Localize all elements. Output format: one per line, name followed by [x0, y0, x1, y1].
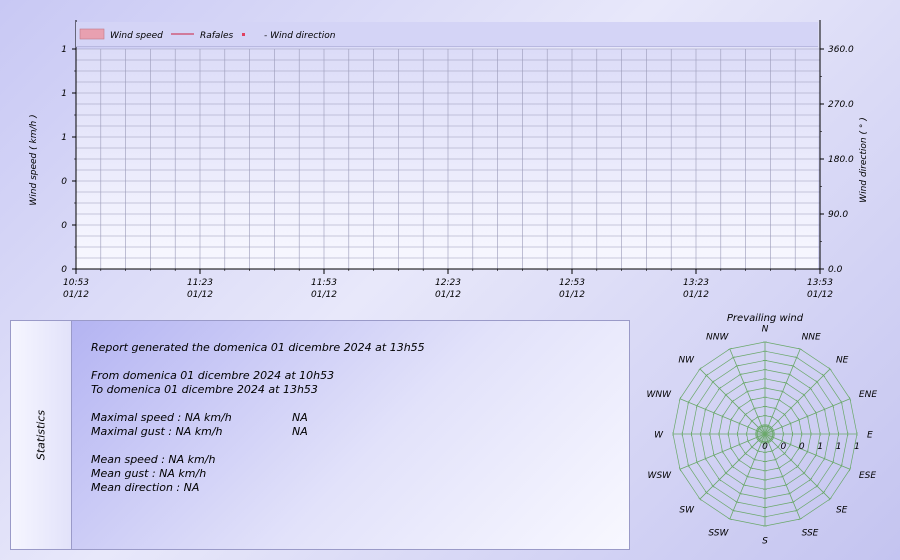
max-speed-extra: NA — [292, 411, 308, 424]
rose-direction-label: WNW — [647, 390, 673, 400]
rose-direction-label: SW — [679, 505, 695, 515]
y2-axis-label: Wind direction ( ° ) — [859, 117, 869, 202]
legend-label-rafales: Rafales — [200, 31, 233, 41]
x-tick-date: 01/12 — [435, 290, 461, 300]
report-line: Report generated the domenica 01 dicembr… — [91, 341, 425, 354]
statistics-body: Report generated the domenica 01 dicembr… — [72, 321, 629, 549]
rose-direction-label: SE — [836, 505, 848, 515]
x-tick-date: 01/12 — [559, 290, 585, 300]
rose-direction-label: ESE — [859, 471, 876, 481]
rose-direction-label: SSW — [708, 528, 729, 538]
rose-radial-label: 1 — [836, 442, 842, 452]
chart-legend: Wind speed Rafales - Wind direction — [76, 22, 818, 47]
prevailing-wind-rose: Prevailing wind N NNE NE ENE E ESE SE SSE S SSW SW… — [647, 313, 878, 547]
rose-radial-label: 0 — [781, 442, 787, 452]
legend-swatch-direction — [242, 33, 245, 36]
y-tick-label: 1 — [61, 133, 67, 143]
rose-direction-label: SSE — [802, 528, 819, 538]
statistics-panel: Statistics Report generated the domenica… — [10, 320, 630, 550]
max-gust-extra: NA — [292, 425, 308, 438]
x-tick-time: 12:23 — [435, 278, 461, 288]
rose-direction-label: NNW — [706, 333, 729, 343]
y2-tick-label: 180.0 — [828, 155, 854, 165]
y-axis-ticks: 0 0 0 1 1 1 — [61, 45, 76, 275]
x-tick-time: 13:53 — [807, 278, 833, 288]
x-tick-date: 01/12 — [683, 290, 709, 300]
rose-direction-label: W — [654, 431, 664, 441]
rose-direction-label: WSW — [648, 471, 673, 481]
rose-direction-label: NE — [836, 356, 849, 366]
x-tick-time: 12:53 — [559, 278, 585, 288]
y-tick-label: 1 — [61, 45, 67, 55]
from-line: From domenica 01 dicembre 2024 at 10h53 — [91, 369, 335, 382]
y-tick-label: 0 — [61, 177, 67, 187]
x-tick-time: 11:23 — [187, 278, 213, 288]
y2-tick-label: 360.0 — [828, 45, 854, 55]
to-line: To domenica 01 dicembre 2024 at 13h53 — [91, 383, 318, 396]
y2-tick-label: 90.0 — [828, 210, 848, 220]
x-axis-ticks: 10:53 01/12 11:23 01/12 11:53 01/12 12:23 01/12… — [63, 269, 833, 300]
y-tick-label: 0 — [61, 221, 67, 231]
legend-swatch-wind-speed — [79, 28, 105, 40]
x-tick-date: 01/12 — [187, 290, 213, 300]
y-tick-label: 1 — [61, 89, 67, 99]
rose-data-area — [756, 425, 774, 443]
x-tick-time: 11:53 — [311, 278, 337, 288]
x-tick-date: 01/12 — [63, 290, 89, 300]
legend-label-wind-speed: Wind speed — [110, 31, 163, 41]
y2-tick-label: 270.0 — [828, 100, 854, 110]
max-gust-line: Maximal gust : NA km/h — [91, 425, 223, 438]
y-axis-label: Wind speed ( km/h ) — [29, 114, 39, 205]
x-tick-date: 01/12 — [807, 290, 833, 300]
y2-tick-label: 0.0 — [828, 265, 843, 275]
rose-radial-label: 1 — [854, 442, 860, 452]
mean-direction-line: Mean direction : NA — [91, 481, 200, 494]
rose-direction-label: S — [762, 537, 768, 547]
rose-direction-label: N — [762, 325, 769, 335]
mean-speed-line: Mean speed : NA km/h — [91, 453, 216, 466]
y2-axis-ticks: 0.0 90.0 180.0 270.0 360.0 — [820, 45, 854, 275]
y-tick-label: 0 — [61, 265, 67, 275]
rose-direction-label: ENE — [859, 390, 877, 400]
mean-gust-line: Mean gust : NA km/h — [91, 467, 207, 480]
x-tick-time: 13:23 — [683, 278, 709, 288]
rose-direction-label: NNE — [802, 333, 821, 343]
rose-radial-label: 1 — [817, 442, 823, 452]
x-tick-time: 10:53 — [63, 278, 89, 288]
statistics-title: Statistics — [34, 409, 48, 461]
rose-radial-label: 0 — [762, 442, 768, 452]
legend-label-direction: - Wind direction — [264, 31, 336, 41]
x-tick-date: 01/12 — [311, 290, 337, 300]
rose-direction-label: E — [867, 431, 873, 441]
statistics-sidebar: Statistics — [11, 321, 72, 549]
rose-direction-label: NW — [678, 356, 695, 366]
rose-title: Prevailing wind — [727, 313, 804, 324]
max-speed-line: Maximal speed : NA km/h — [91, 411, 232, 424]
rose-radial-label: 0 — [799, 442, 805, 452]
